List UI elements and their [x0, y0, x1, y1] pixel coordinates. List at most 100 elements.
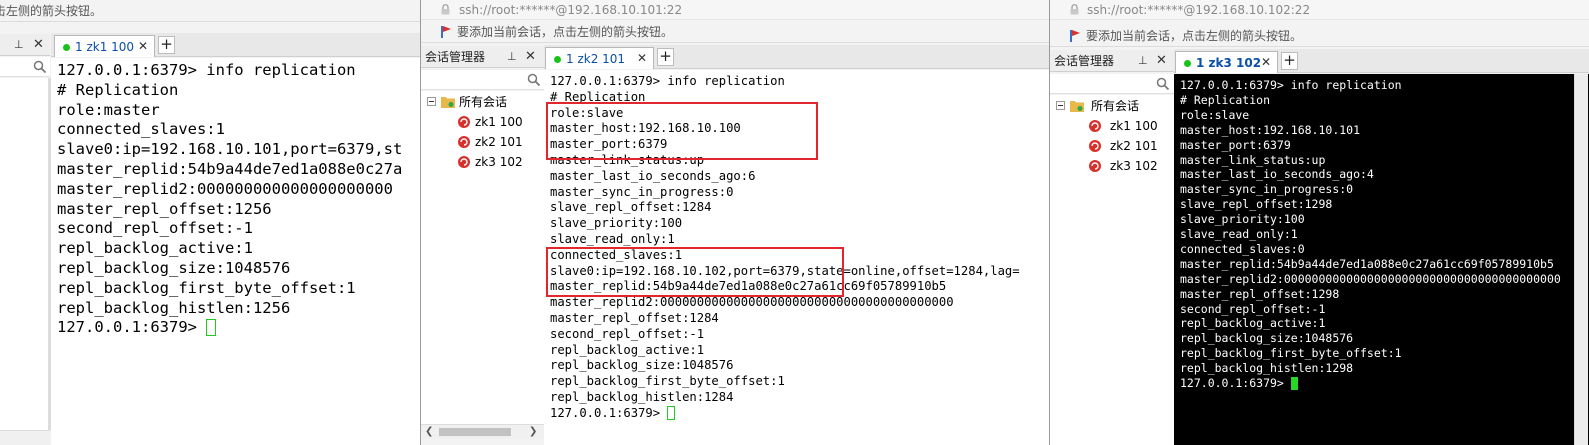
collapse-icon[interactable] [427, 97, 436, 106]
terminal-window-zk3: ssh://root:******@192.168.10.102:22 要添加当… [1050, 0, 1589, 445]
new-tab-button[interactable]: + [158, 36, 175, 54]
terminal-prompt: 127.0.0.1:6379> [57, 318, 207, 337]
terminal-line: second_repl_offset:-1 [1180, 301, 1326, 316]
terminal-line: master_replid2:000000000000000000000 [57, 179, 393, 198]
collapse-icon[interactable] [1056, 101, 1065, 110]
session-tree: 所有会话 zk1 100 zk2 101 zk3 102 [1050, 95, 1174, 445]
horizontal-scrollbar[interactable]: ❮ ❯ [421, 424, 544, 439]
tab-zk2[interactable]: 1 zk2 101 ✕ [545, 47, 654, 69]
terminal-line: master_replid2:0000000000000000000000000… [1180, 271, 1561, 286]
search-icon[interactable] [1156, 77, 1170, 91]
session-icon [458, 156, 470, 168]
cursor [206, 319, 217, 337]
tab-zk1[interactable]: 1 zk1 100 ✕ [54, 35, 155, 57]
terminal-line: # Replication [1180, 92, 1271, 107]
new-tab-button[interactable]: + [657, 48, 674, 66]
terminal-line: repl_backlog_active:1 [1180, 316, 1326, 331]
vertical-scrollbar[interactable] [1574, 74, 1588, 445]
terminal-line: master_sync_in_progress:0 [550, 184, 734, 199]
tab-zk3[interactable]: 1 zk3 102 ✕ [1175, 51, 1278, 73]
address-bar[interactable]: ssh://root:******@192.168.10.102:22 [1050, 0, 1589, 20]
scrollbar-thumb[interactable] [439, 428, 511, 436]
close-icon[interactable]: ✕ [33, 34, 44, 56]
session-search[interactable] [1050, 74, 1174, 94]
search-icon[interactable] [33, 60, 47, 74]
terminal-prompt-line: 127.0.0.1:6379> [550, 406, 676, 421]
hint-bar: 要添加当前会话，点击左侧的箭头按钮。 [1050, 25, 1589, 47]
scroll-right-icon[interactable]: ❯ [529, 426, 537, 437]
hint-bar: 要添加当前会话，点击左侧的箭头按钮。 [421, 21, 1049, 43]
session-manager-header: 会话管理器 ⊥ ✕ [421, 46, 544, 68]
terminal-line: 127.0.0.1:6379> info replication [550, 74, 785, 88]
tab-close-icon[interactable]: ✕ [1261, 52, 1271, 72]
scroll-left-icon[interactable]: ❮ [425, 426, 433, 437]
session-icon [1089, 120, 1101, 132]
session-item-zk3[interactable]: zk3 102 [1088, 156, 1174, 176]
session-item-zk2[interactable]: zk2 101 [1088, 136, 1174, 156]
search-icon[interactable] [527, 73, 541, 87]
tab-close-icon[interactable]: ✕ [637, 48, 647, 68]
new-tab-button[interactable]: + [1281, 52, 1298, 70]
close-icon[interactable]: ✕ [1156, 50, 1167, 72]
session-item-zk1[interactable]: zk1 100 [457, 112, 543, 132]
terminal-line: master_last_io_seconds_ago:6 [550, 168, 756, 183]
tree-root-label: 所有会话 [1091, 99, 1140, 113]
terminal-line: repl_backlog_histlen:1284 [550, 390, 734, 404]
terminal-line: repl_backlog_size:1048576 [1180, 331, 1354, 346]
lock-icon [1070, 4, 1079, 15]
terminal-line: master_link_status:up [1180, 152, 1326, 167]
session-label: zk3 102 [475, 155, 523, 169]
session-item-zk1[interactable]: zk1 100 [1088, 116, 1174, 136]
terminal-line: connected_slaves:1 [57, 120, 225, 139]
terminal-line: 127.0.0.1:6379> info replication [1180, 78, 1402, 92]
session-item-zk3[interactable]: zk3 102 [457, 152, 543, 172]
terminal-line: master_replid:54b9a44de7ed1a088e0c27a61c… [1180, 256, 1554, 271]
terminal-line: repl_backlog_size:1048576 [57, 259, 291, 277]
session-search[interactable] [421, 70, 544, 90]
session-item-zk2[interactable]: zk2 101 [457, 132, 543, 152]
hint-text: 要添加当前会话，点击左侧的箭头按钮。 [457, 25, 674, 39]
tab-close-icon[interactable]: ✕ [138, 36, 148, 56]
session-search[interactable] [0, 57, 50, 77]
terminal-line: slave0:ip=192.168.10.101,port=6379,st [57, 140, 403, 159]
cursor [1290, 377, 1298, 390]
terminal-line: connected_slaves:0 [1180, 241, 1305, 256]
tab-bar: 1 zk1 100 ✕ + [51, 33, 420, 57]
session-manager-title: 会话管理器 [425, 50, 486, 64]
terminal-line: repl_backlog_histlen:1298 [1180, 361, 1354, 376]
terminal-output[interactable]: 127.0.0.1:6379> info replication # Repli… [544, 70, 1049, 445]
terminal-prompt-line: 127.0.0.1:6379> [1180, 376, 1298, 390]
terminal-line: master_port:6379 [1180, 137, 1291, 152]
session-label: zk2 101 [1110, 139, 1158, 153]
close-icon[interactable]: ✕ [525, 46, 536, 68]
pin-icon[interactable]: ⊥ [14, 34, 24, 56]
terminal-line: repl_backlog_active:1 [57, 239, 253, 258]
connected-status-icon [63, 44, 70, 51]
connected-status-icon [1184, 60, 1191, 67]
pin-icon[interactable]: ⊥ [1138, 50, 1148, 72]
terminal-line: master_replid:54b9a44de7ed1a088e0c27a [57, 160, 403, 178]
terminal-window-zk2: ssh://root:******@192.168.10.101:22 要添加当… [421, 0, 1050, 445]
session-icon [458, 136, 470, 148]
horizontal-scrollbar[interactable] [0, 430, 50, 445]
hint-bar: 击左侧的箭头按钮。 [0, 0, 420, 22]
terminal-output[interactable]: 127.0.0.1:6379> info replication # Repli… [1174, 74, 1589, 445]
flag-icon [1070, 30, 1080, 42]
terminal-output[interactable]: 127.0.0.1:6379> info replication # Repli… [51, 58, 420, 445]
terminal-line: # Replication [57, 80, 179, 99]
terminal-line: repl_backlog_first_byte_offset:1 [550, 374, 785, 389]
address-text: ssh://root:******@192.168.10.102:22 [1087, 3, 1311, 17]
session-tree [0, 78, 50, 430]
terminal-line: master_last_io_seconds_ago:4 [1180, 167, 1374, 182]
tree-root-all-sessions[interactable]: 所有会话 [1056, 96, 1172, 116]
tree-root-all-sessions[interactable]: 所有会话 [427, 92, 542, 112]
terminal-line: slave_repl_offset:1298 [1180, 197, 1333, 212]
terminal-window-zk1: 击左侧的箭头按钮。 ⊥ ✕ 1 zk1 100 ✕ + 127.0.0.1:63… [0, 0, 421, 445]
pin-icon[interactable]: ⊥ [507, 46, 517, 68]
terminal-line: second_repl_offset:-1 [550, 326, 705, 341]
address-bar[interactable]: ssh://root:******@192.168.10.101:22 [421, 0, 1049, 20]
cursor [667, 406, 676, 421]
terminal-prompt-line: 127.0.0.1:6379> [57, 318, 217, 337]
flag-icon [441, 26, 451, 38]
tab-label: 1 zk2 101 [566, 52, 626, 66]
